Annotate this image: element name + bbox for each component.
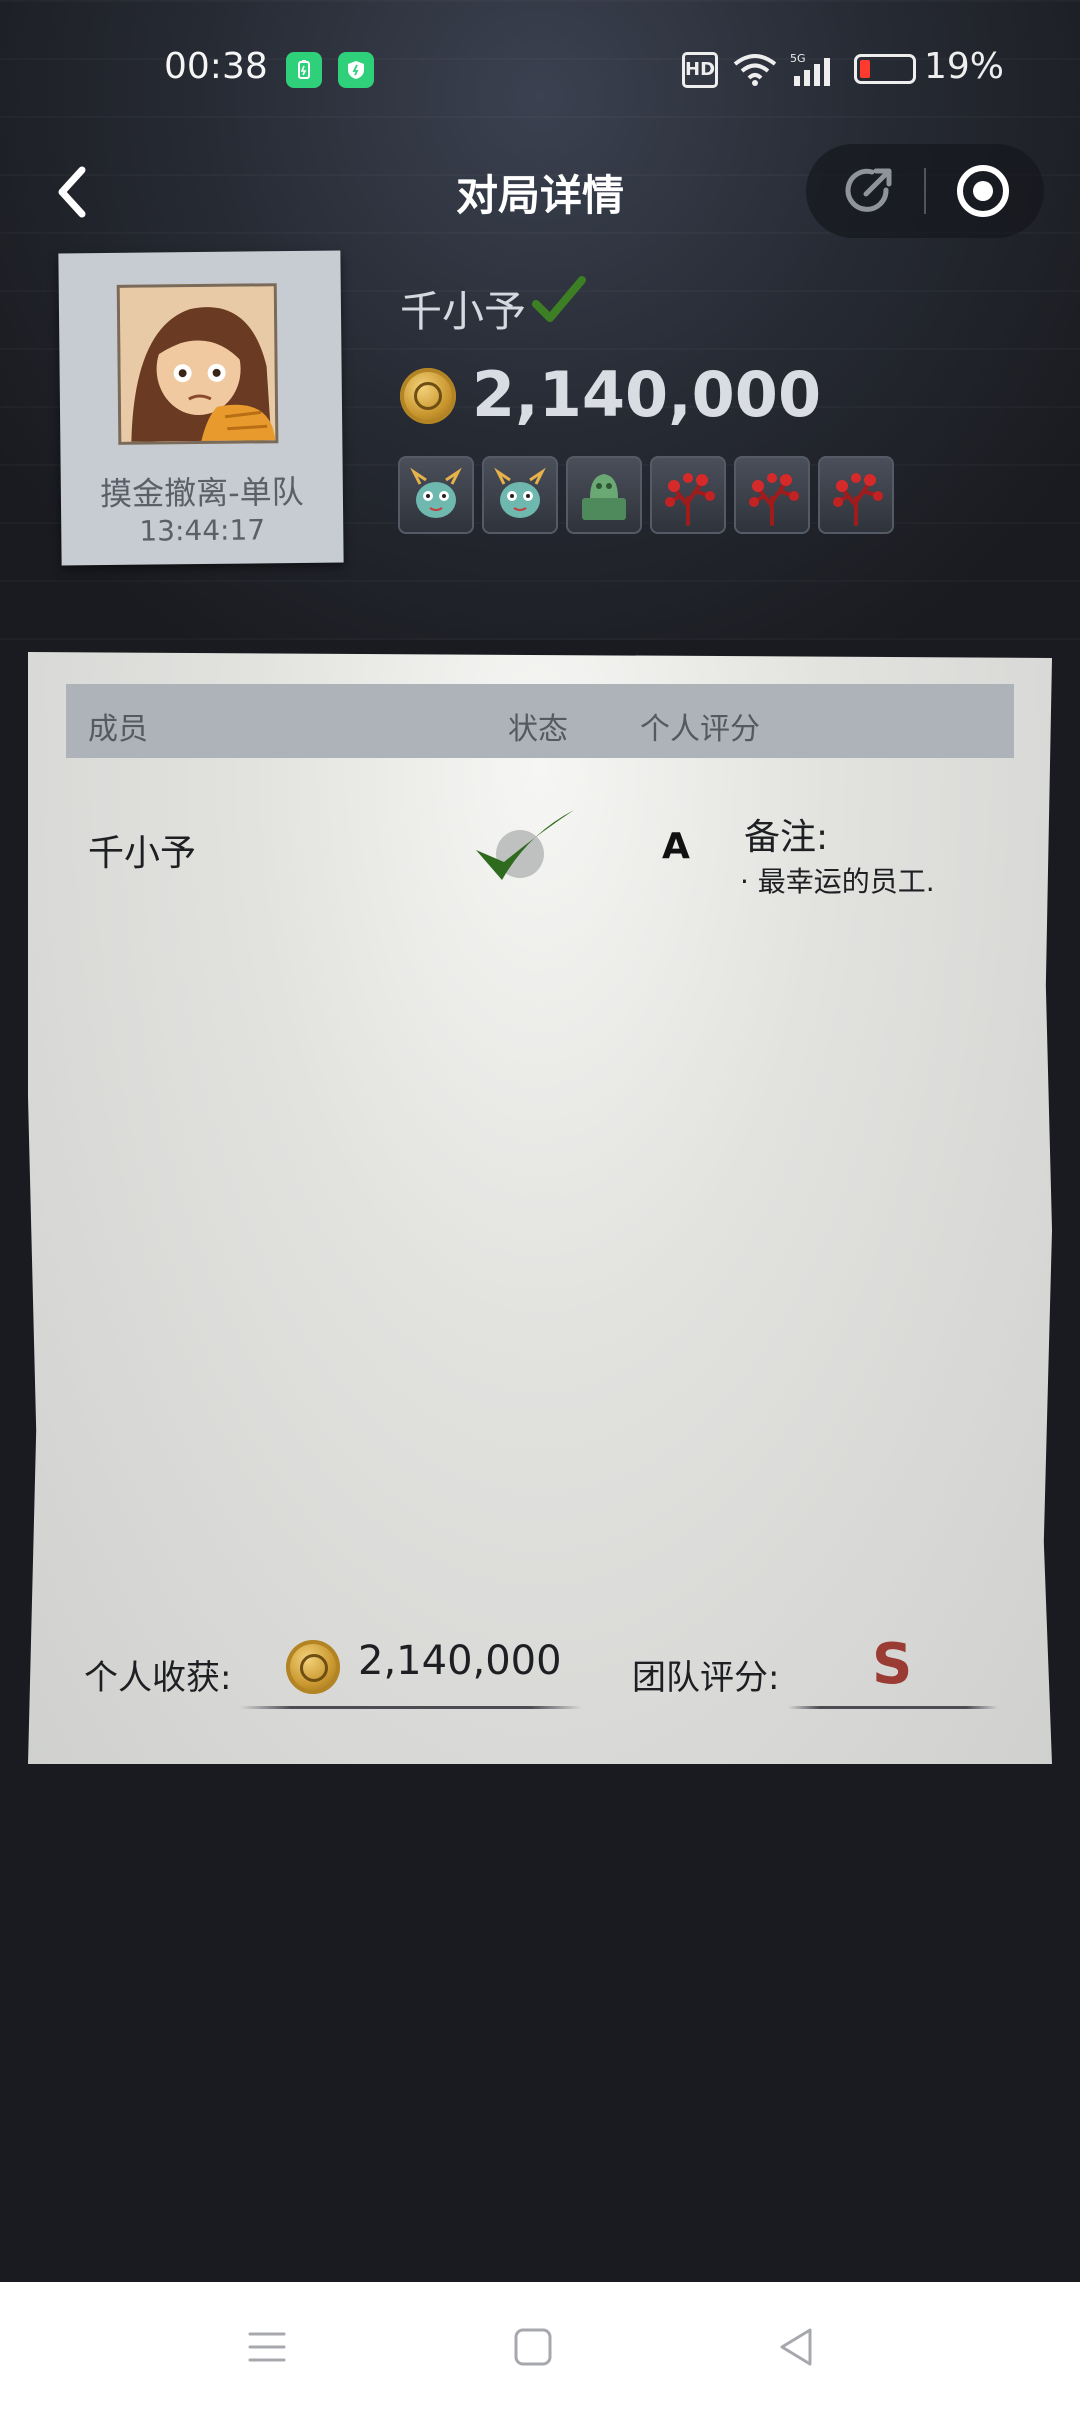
- hd-badge: HD: [682, 52, 718, 88]
- item-slot[interactable]: [818, 456, 894, 534]
- triangle-back-icon: [780, 2328, 812, 2366]
- close-button[interactable]: [954, 162, 1012, 220]
- coin-icon: [400, 368, 456, 424]
- mini-program-capsule: [806, 144, 1044, 238]
- security-shield-icon: [338, 52, 374, 88]
- table-header: 成员 状态 个人评分: [66, 684, 1014, 758]
- cellular-signal-icon: 5G: [790, 52, 836, 88]
- player-name: 千小予: [400, 287, 527, 336]
- wifi-icon: [732, 52, 778, 88]
- system-nav-bar: [0, 2282, 1080, 2412]
- total-value: 2,140,000: [472, 358, 822, 431]
- team-score-label: 团队评分:: [632, 1658, 780, 1698]
- battery-saver-icon: [286, 52, 322, 88]
- profile-card: 摸金撤离-单队 13:44:17: [58, 250, 344, 566]
- checkmark-icon: [532, 276, 586, 322]
- checkmark-icon: [476, 810, 574, 880]
- member-name: 千小予: [88, 833, 197, 874]
- square-home-icon: [514, 2328, 552, 2366]
- close-target-icon: [957, 165, 1009, 217]
- income-value: 2,140,000: [358, 1638, 562, 1684]
- income-underline: [240, 1706, 582, 1709]
- match-time: 13:44:17: [139, 513, 266, 548]
- avatar: [116, 283, 279, 445]
- note-text: · 最幸运的员工.: [740, 865, 935, 898]
- menu-icon: [248, 2332, 286, 2362]
- item-slot[interactable]: [398, 456, 474, 534]
- network-type-label: 5G: [790, 52, 806, 65]
- coin-icon: [286, 1640, 340, 1694]
- status-bar: 00:38 HD 5G 19%: [0, 0, 1080, 140]
- recent-apps-button[interactable]: [244, 2324, 290, 2370]
- game-mode-label: 摸金撤离-单队: [99, 472, 304, 514]
- item-slot[interactable]: [734, 456, 810, 534]
- team-score-value: S: [872, 1632, 913, 1697]
- system-back-button[interactable]: [774, 2324, 820, 2370]
- dragon-toy-icon: [494, 467, 546, 518]
- battery-icon: [854, 54, 916, 84]
- item-slot[interactable]: [482, 456, 558, 534]
- team-score-underline: [788, 1706, 998, 1709]
- note-label: 备注:: [744, 817, 829, 858]
- header-status: 状态: [508, 712, 568, 747]
- red-coral-icon: [749, 473, 799, 526]
- red-coral-icon: [665, 473, 715, 526]
- item-slot[interactable]: [650, 456, 726, 534]
- battery-level-fill: [860, 60, 870, 78]
- header-member: 成员: [88, 712, 148, 747]
- item-slot[interactable]: [566, 456, 642, 534]
- result-sheet: 成员 状态 个人评分 千小予 A 备注: · 最幸运的员工. 个人收获: 2,1…: [28, 652, 1052, 1764]
- battery-percent: 19%: [924, 46, 1005, 87]
- share-button[interactable]: [842, 164, 896, 218]
- member-score: A: [662, 826, 690, 867]
- dragon-toy-icon: [410, 467, 462, 518]
- capsule-divider: [924, 168, 926, 214]
- red-coral-icon: [833, 473, 883, 526]
- jade-seal-icon: [582, 474, 626, 520]
- income-label: 个人收获:: [84, 1658, 232, 1698]
- status-time: 00:38: [164, 46, 268, 87]
- share-icon: [845, 168, 892, 212]
- header-score: 个人评分: [640, 712, 760, 747]
- home-button[interactable]: [510, 2324, 556, 2370]
